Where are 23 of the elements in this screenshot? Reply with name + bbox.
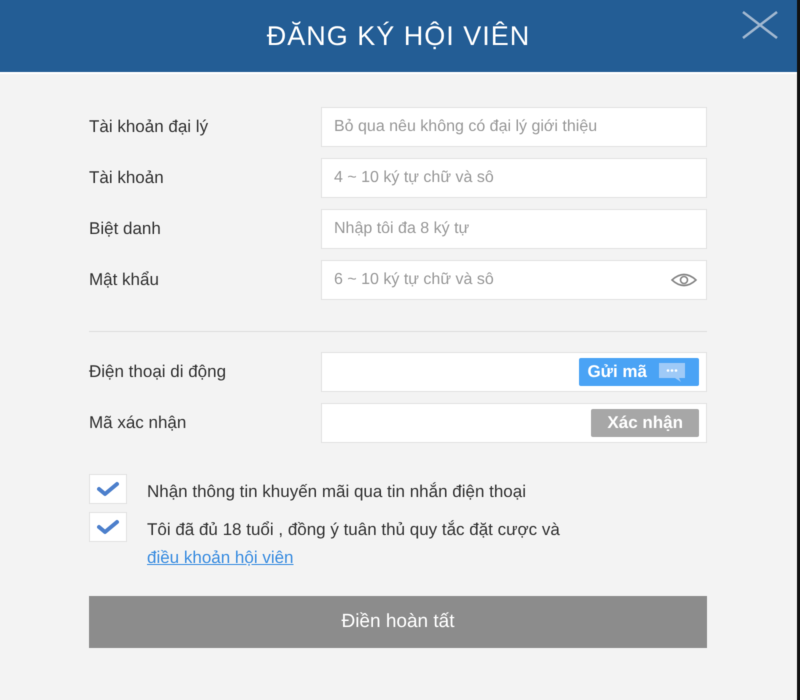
agreement-text: Nhận thông tin khuyến mãi qua tin nhắn điện thoại [147,481,527,503]
checkbox[interactable] [89,512,127,542]
checkbox[interactable] [89,474,127,504]
eye-icon[interactable] [671,272,697,288]
field-label: Mã xác nhận [89,413,188,433]
input-field[interactable]: Nhập tôi đa 8 ký tự [321,209,707,249]
input-field[interactable]: Bỏ qua nêu không có đại lý giới thiệu [321,107,707,147]
field-label: Biệt danh [89,219,162,239]
agreement-text: Tôi đã đủ 18 tuổi , đồng ý tuân thủ quy tắc đặt cược và điều khoản hội viên [147,519,561,569]
dialog-title: ĐĂNG KÝ HỘI VIÊN [266,20,530,52]
input-field[interactable]: 4 ~ 10 ký tự chữ và sô [321,158,707,198]
check-icon [97,519,119,535]
password-field[interactable]: 6 ~ 10 ký tự chữ và sô [321,260,707,300]
field-label: Điện thoại di động [89,362,228,382]
submit-button[interactable]: Điền hoàn tất [89,596,707,648]
check-icon [97,481,119,497]
send-code-button[interactable]: Gửi mã [579,358,699,386]
field-label: Tài khoản [89,168,165,188]
chat-icon [657,361,687,383]
close-icon[interactable] [741,10,779,40]
field-label: Tài khoản đại lý [89,117,210,137]
terms-link[interactable]: điều khoản hội viên [147,548,294,567]
field-label: Mật khẩu [89,270,160,290]
